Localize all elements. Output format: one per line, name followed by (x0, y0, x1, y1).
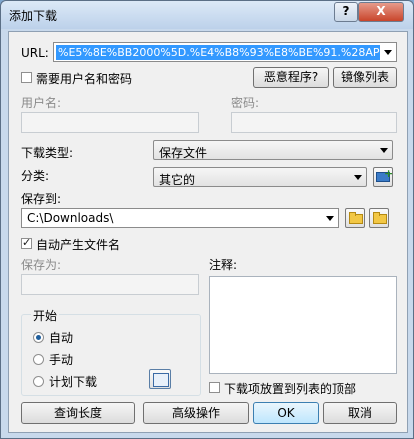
start-group-label: 开始 (31, 307, 60, 324)
title-bar[interactable]: 添加下载 ? X (1, 1, 413, 29)
auto-name-checkbox[interactable] (21, 236, 32, 249)
help-button[interactable]: ? (334, 2, 358, 22)
username-input[interactable] (21, 112, 199, 133)
ok-button[interactable]: OK (253, 402, 319, 424)
category-select[interactable]: 其它的 (153, 167, 367, 187)
password-label: 密码: (231, 96, 260, 110)
save-to-value[interactable]: C:\Downloads\ (27, 211, 113, 225)
notes-label: 注释: (209, 258, 238, 272)
folder-icon (349, 212, 363, 224)
dialog-window: 添加下载 ? X URL: %E5%8E%BB2000%5D.%E4%B8%93… (0, 0, 414, 439)
password-input[interactable] (231, 112, 397, 133)
chevron-down-icon[interactable] (326, 216, 334, 221)
category-value: 其它的 (159, 173, 196, 187)
new-category-button[interactable]: + (373, 167, 393, 187)
start-group (21, 314, 201, 396)
schedule-button[interactable] (149, 369, 171, 389)
save-to-combo[interactable]: C:\Downloads\ (21, 208, 339, 228)
auto-name-label[interactable]: 自动产生文件名 (36, 236, 120, 253)
start-manual-radio[interactable] (33, 354, 44, 365)
cancel-button[interactable]: 取消 (323, 402, 397, 424)
start-schedule-radio[interactable] (33, 376, 44, 387)
username-label: 用户名: (21, 96, 62, 110)
plus-icon: + (384, 167, 394, 180)
notes-textarea[interactable] (209, 276, 397, 374)
start-auto-radio[interactable] (33, 332, 44, 343)
folder-browse-button[interactable] (369, 208, 389, 228)
query-size-button[interactable]: 查询长度 (21, 402, 135, 424)
url-combo[interactable]: %E5%8E%BB2000%5D.%E4%B8%93%E8%BE%91.%28A… (53, 42, 397, 62)
download-type-label: 下载类型: (21, 146, 74, 160)
save-as-input[interactable] (21, 274, 199, 295)
download-type-value: 保存文件 (159, 146, 208, 160)
advanced-button[interactable]: 高级操作 (143, 402, 249, 424)
category-label: 分类: (21, 169, 50, 183)
put-top-label[interactable]: 下载项放置到列表的顶部 (224, 380, 356, 397)
url-label: URL: (21, 46, 49, 60)
put-top-checkbox[interactable] (209, 382, 220, 393)
rogue-program-button[interactable]: 恶意程序? (253, 67, 329, 88)
folder-browse-icon (373, 212, 387, 224)
save-to-label: 保存到: (21, 192, 62, 206)
folder-button[interactable] (345, 208, 365, 228)
window-title: 添加下载 (9, 9, 58, 23)
calendar-icon (153, 373, 169, 387)
save-as-label: 保存为: (21, 258, 62, 272)
start-manual-label[interactable]: 手动 (49, 351, 73, 368)
chevron-down-icon (380, 148, 388, 153)
close-button[interactable]: X (358, 2, 404, 22)
start-auto-label[interactable]: 自动 (49, 329, 73, 346)
mirror-list-button[interactable]: 镜像列表 (333, 67, 397, 88)
chevron-down-icon[interactable] (384, 50, 392, 55)
url-input[interactable]: %E5%8E%BB2000%5D.%E4%B8%93%E8%BE%91.%28A… (56, 45, 380, 60)
chevron-down-icon (354, 175, 362, 180)
start-schedule-label[interactable]: 计划下载 (49, 373, 97, 390)
dialog-body: URL: %E5%8E%BB2000%5D.%E4%B8%93%E8%BE%91… (8, 31, 408, 433)
download-type-select[interactable]: 保存文件 (153, 140, 393, 160)
auth-checkbox-label[interactable]: 需要用户名和密码 (36, 70, 132, 87)
auth-checkbox[interactable] (21, 72, 32, 83)
